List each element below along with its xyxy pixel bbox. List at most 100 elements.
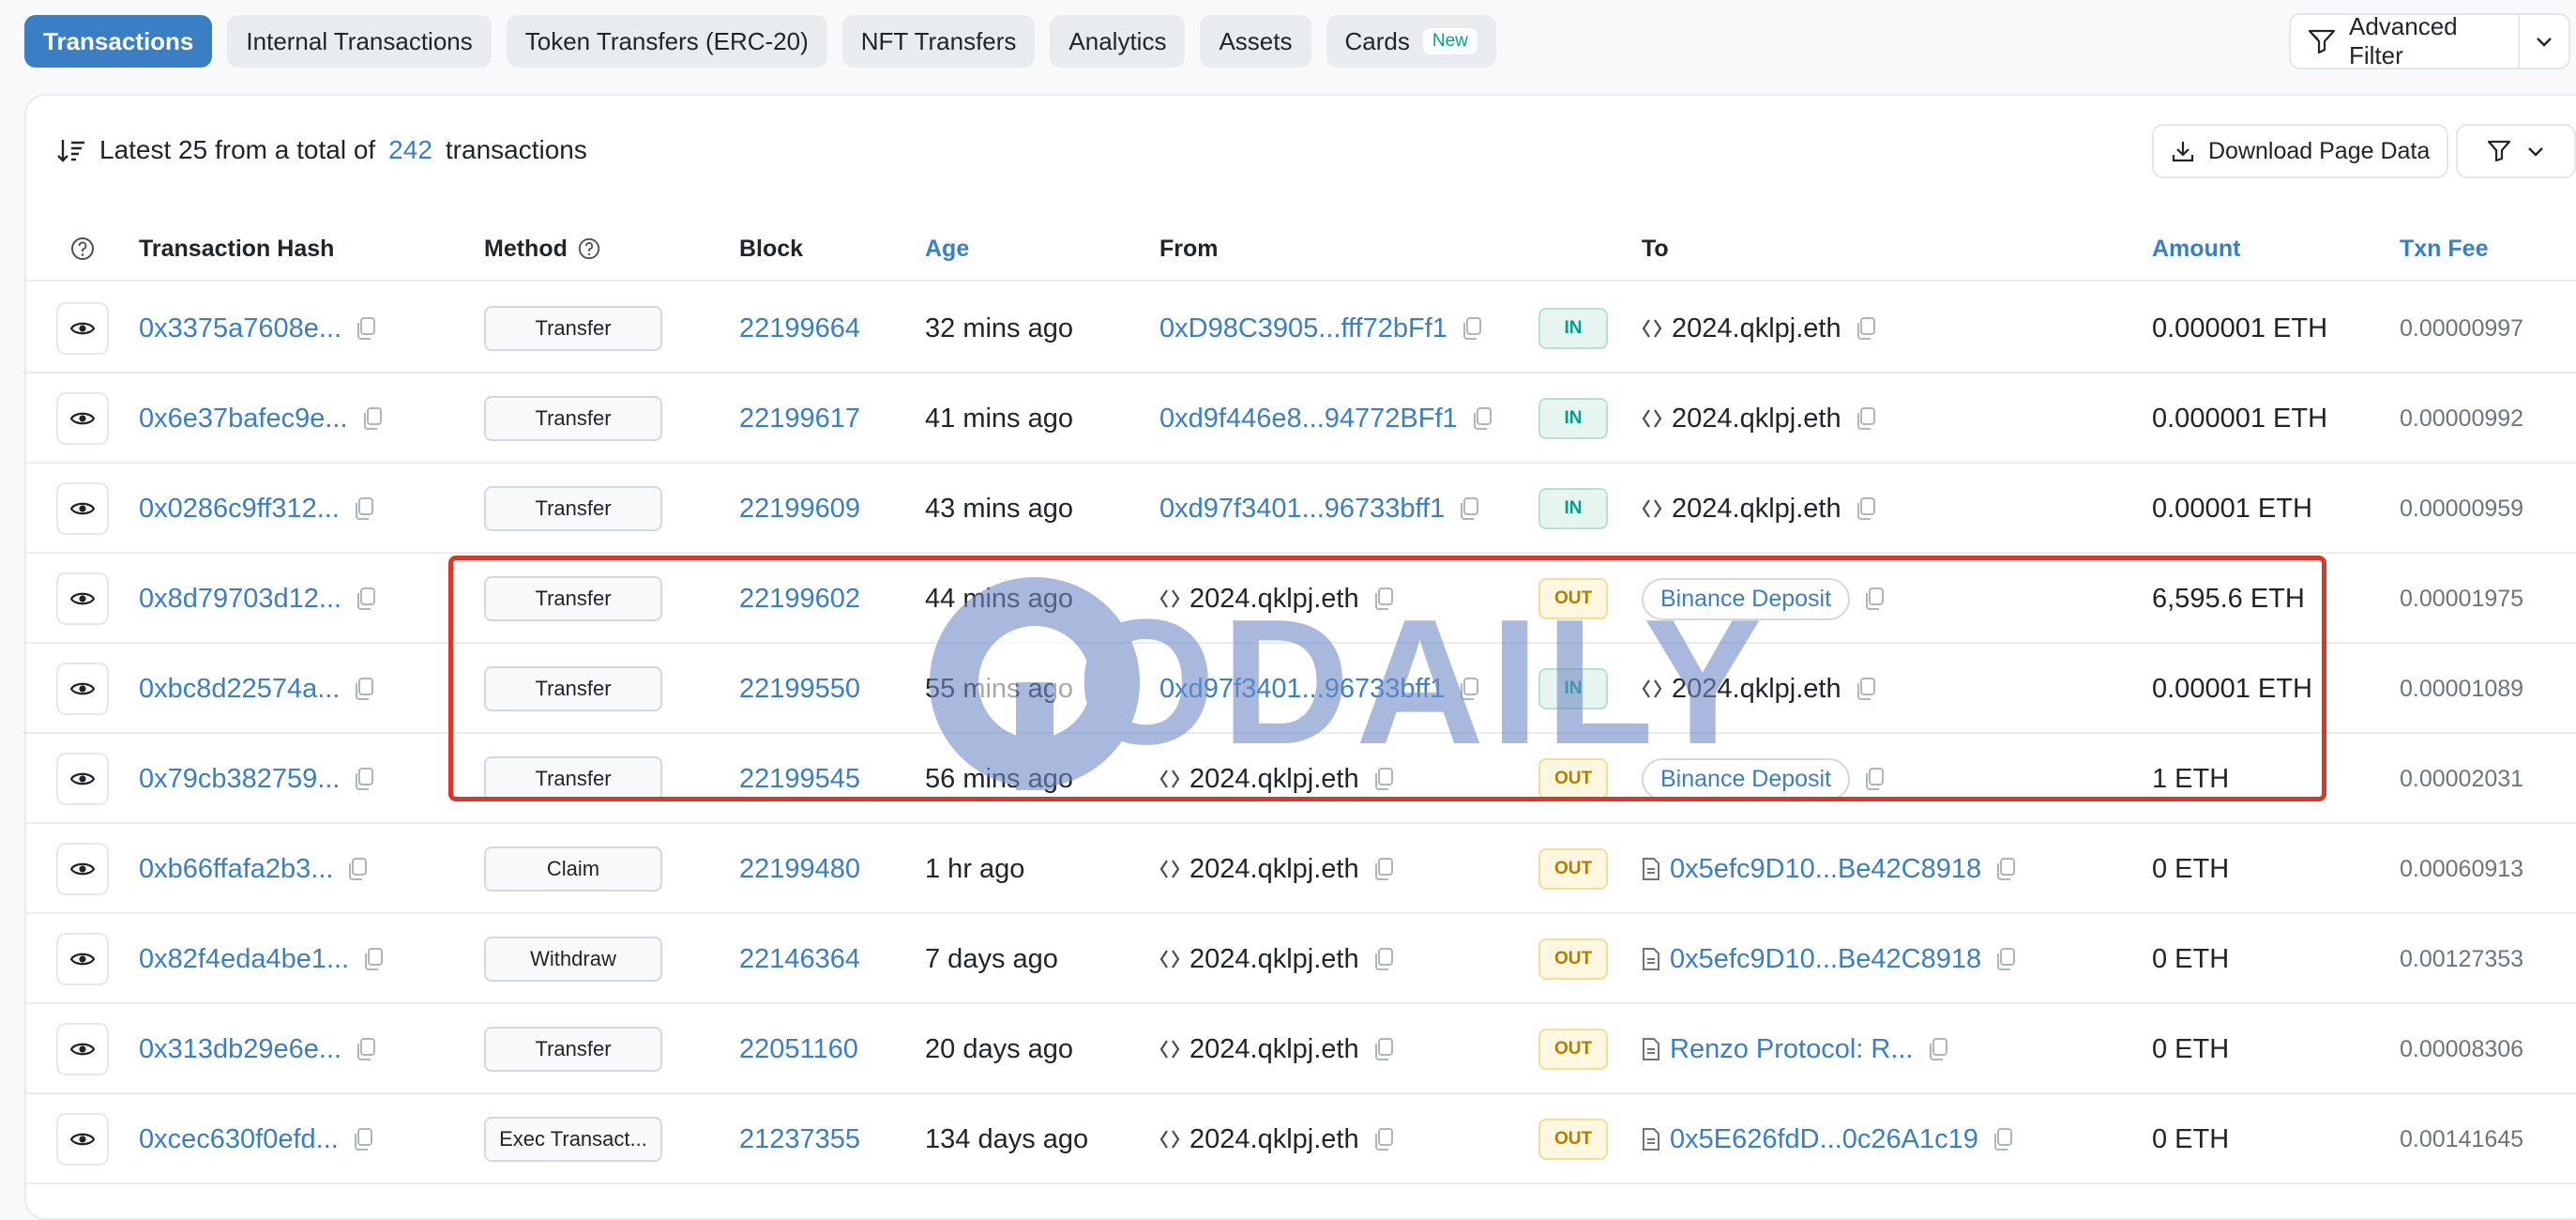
copy-icon[interactable]	[355, 1037, 377, 1061]
to-address[interactable]: Binance Deposit	[1642, 577, 1851, 620]
copy-icon[interactable]	[1372, 767, 1395, 791]
block-number[interactable]: 22199550	[739, 674, 860, 705]
copy-icon[interactable]	[355, 316, 377, 341]
copy-icon[interactable]	[353, 496, 375, 521]
hash-cell: 0x313db29e6e...	[139, 1004, 377, 1094]
eye-icon[interactable]	[56, 663, 109, 715]
transaction-hash[interactable]: 0x79cb382759...	[139, 764, 340, 795]
eye-icon[interactable]	[56, 392, 109, 445]
to-address[interactable]: 2024.qklpj.eth	[1672, 494, 1841, 525]
copy-icon[interactable]	[1372, 587, 1395, 611]
tab-nft-transfers[interactable]: NFT Transfers	[841, 15, 1036, 68]
eye-icon[interactable]	[56, 482, 109, 535]
copy-icon[interactable]	[1855, 496, 1877, 521]
copy-icon[interactable]	[1992, 1127, 2014, 1151]
tab-analytics[interactable]: Analytics	[1050, 15, 1186, 68]
transaction-hash[interactable]: 0x6e37bafec9e...	[139, 404, 348, 435]
transaction-hash[interactable]: 0x8d79703d12...	[139, 584, 341, 615]
tab-cards[interactable]: Cards New	[1326, 15, 1496, 68]
copy-icon[interactable]	[1458, 677, 1480, 701]
to-address[interactable]: Binance Deposit	[1642, 757, 1851, 801]
copy-icon[interactable]	[1855, 406, 1877, 431]
col-amount[interactable]: Amount	[2152, 216, 2240, 282]
to-address[interactable]: 0x5E626fdD...0c26A1c19	[1670, 1124, 1978, 1155]
eye-icon[interactable]	[56, 753, 109, 805]
eye-icon[interactable]	[56, 572, 109, 625]
from-address[interactable]: 2024.qklpj.eth	[1190, 1124, 1359, 1155]
eye-icon[interactable]	[56, 1113, 109, 1166]
copy-icon[interactable]	[1855, 316, 1877, 341]
copy-icon[interactable]	[1855, 677, 1877, 701]
to-address[interactable]: 0x5efc9D10...Be42C8918	[1670, 944, 1981, 975]
copy-icon[interactable]	[1471, 406, 1493, 431]
copy-icon[interactable]	[1372, 1037, 1395, 1061]
to-address[interactable]: 0x5efc9D10...Be42C8918	[1670, 854, 1981, 885]
eye-icon[interactable]	[56, 302, 109, 355]
from-address[interactable]: 2024.qklpj.eth	[1190, 584, 1359, 615]
copy-icon[interactable]	[353, 677, 375, 701]
transaction-hash[interactable]: 0xbc8d22574a...	[139, 674, 340, 705]
help-icon[interactable]	[69, 216, 96, 282]
filter-button[interactable]	[2456, 124, 2576, 178]
transaction-hash[interactable]: 0x0286c9ff312...	[139, 494, 340, 525]
block-number[interactable]: 22199609	[739, 494, 860, 525]
copy-icon[interactable]	[1372, 1127, 1395, 1151]
to-address[interactable]: 2024.qklpj.eth	[1672, 404, 1841, 435]
from-address[interactable]: 2024.qklpj.eth	[1190, 1034, 1359, 1065]
advanced-filter-button[interactable]: Advanced Filter	[2291, 12, 2518, 69]
copy-icon[interactable]	[362, 947, 385, 971]
tab-assets[interactable]: Assets	[1200, 15, 1311, 68]
advanced-filter-dropdown[interactable]	[2520, 15, 2568, 68]
block-number[interactable]: 22199617	[739, 404, 860, 435]
from-address[interactable]: 0xd97f3401...96733bff1	[1159, 674, 1445, 705]
to-address[interactable]: 2024.qklpj.eth	[1672, 313, 1841, 344]
copy-icon[interactable]	[1927, 1037, 1949, 1061]
from-address[interactable]: 2024.qklpj.eth	[1190, 764, 1359, 795]
copy-icon[interactable]	[1994, 857, 2017, 881]
copy-icon[interactable]	[352, 1127, 374, 1151]
from-address[interactable]: 0xD98C3905...fff72bFf1	[1159, 313, 1447, 344]
copy-icon[interactable]	[1372, 857, 1395, 881]
block-number[interactable]: 22199480	[739, 854, 860, 885]
copy-icon[interactable]	[1372, 947, 1395, 971]
copy-icon[interactable]	[355, 587, 377, 611]
transaction-hash[interactable]: 0xcec630f0efd...	[139, 1124, 339, 1155]
transaction-count[interactable]: 242	[388, 135, 432, 165]
eye-icon[interactable]	[56, 843, 109, 895]
transaction-hash[interactable]: 0x313db29e6e...	[139, 1034, 341, 1065]
block-number[interactable]: 22146364	[739, 944, 860, 975]
from-address[interactable]: 2024.qklpj.eth	[1190, 944, 1359, 975]
eye-icon[interactable]	[56, 933, 109, 985]
copy-icon[interactable]	[1863, 767, 1886, 791]
tab-token-transfers[interactable]: Token Transfers (ERC-20)	[506, 15, 827, 68]
tab-transactions[interactable]: Transactions	[24, 15, 213, 68]
copy-icon[interactable]	[1994, 947, 2017, 971]
from-address[interactable]: 0xd9f446e8...94772BFf1	[1159, 404, 1458, 435]
transaction-hash[interactable]: 0x82f4eda4be1...	[139, 944, 349, 975]
col-label: Txn Fee	[2400, 235, 2489, 262]
to-address[interactable]: Renzo Protocol: R...	[1670, 1034, 1914, 1065]
block-number[interactable]: 21237355	[739, 1124, 860, 1155]
copy-icon[interactable]	[1461, 316, 1483, 341]
copy-icon[interactable]	[1863, 587, 1886, 611]
age-cell: 55 mins ago	[925, 644, 1073, 734]
copy-icon[interactable]	[361, 406, 384, 431]
tab-internal-transactions[interactable]: Internal Transactions	[227, 15, 492, 68]
copy-icon[interactable]	[1458, 496, 1480, 521]
from-address[interactable]: 2024.qklpj.eth	[1190, 854, 1359, 885]
from-address[interactable]: 0xd97f3401...96733bff1	[1159, 494, 1445, 525]
copy-icon[interactable]	[353, 767, 375, 791]
copy-icon[interactable]	[346, 857, 369, 881]
download-page-data-button[interactable]: Download Page Data	[2152, 124, 2449, 178]
transaction-hash[interactable]: 0x3375a7608e...	[139, 313, 341, 344]
transaction-hash[interactable]: 0xb66ffafa2b3...	[139, 854, 333, 885]
eye-icon[interactable]	[56, 1023, 109, 1075]
block-number[interactable]: 22199664	[739, 313, 860, 344]
col-age[interactable]: Age	[925, 216, 969, 282]
col-txn-fee[interactable]: Txn Fee	[2400, 216, 2488, 282]
block-number[interactable]: 22199602	[739, 584, 860, 615]
block-number[interactable]: 22199545	[739, 764, 860, 795]
block-number[interactable]: 22051160	[739, 1034, 858, 1065]
help-icon[interactable]	[577, 236, 601, 261]
to-address[interactable]: 2024.qklpj.eth	[1672, 674, 1841, 705]
